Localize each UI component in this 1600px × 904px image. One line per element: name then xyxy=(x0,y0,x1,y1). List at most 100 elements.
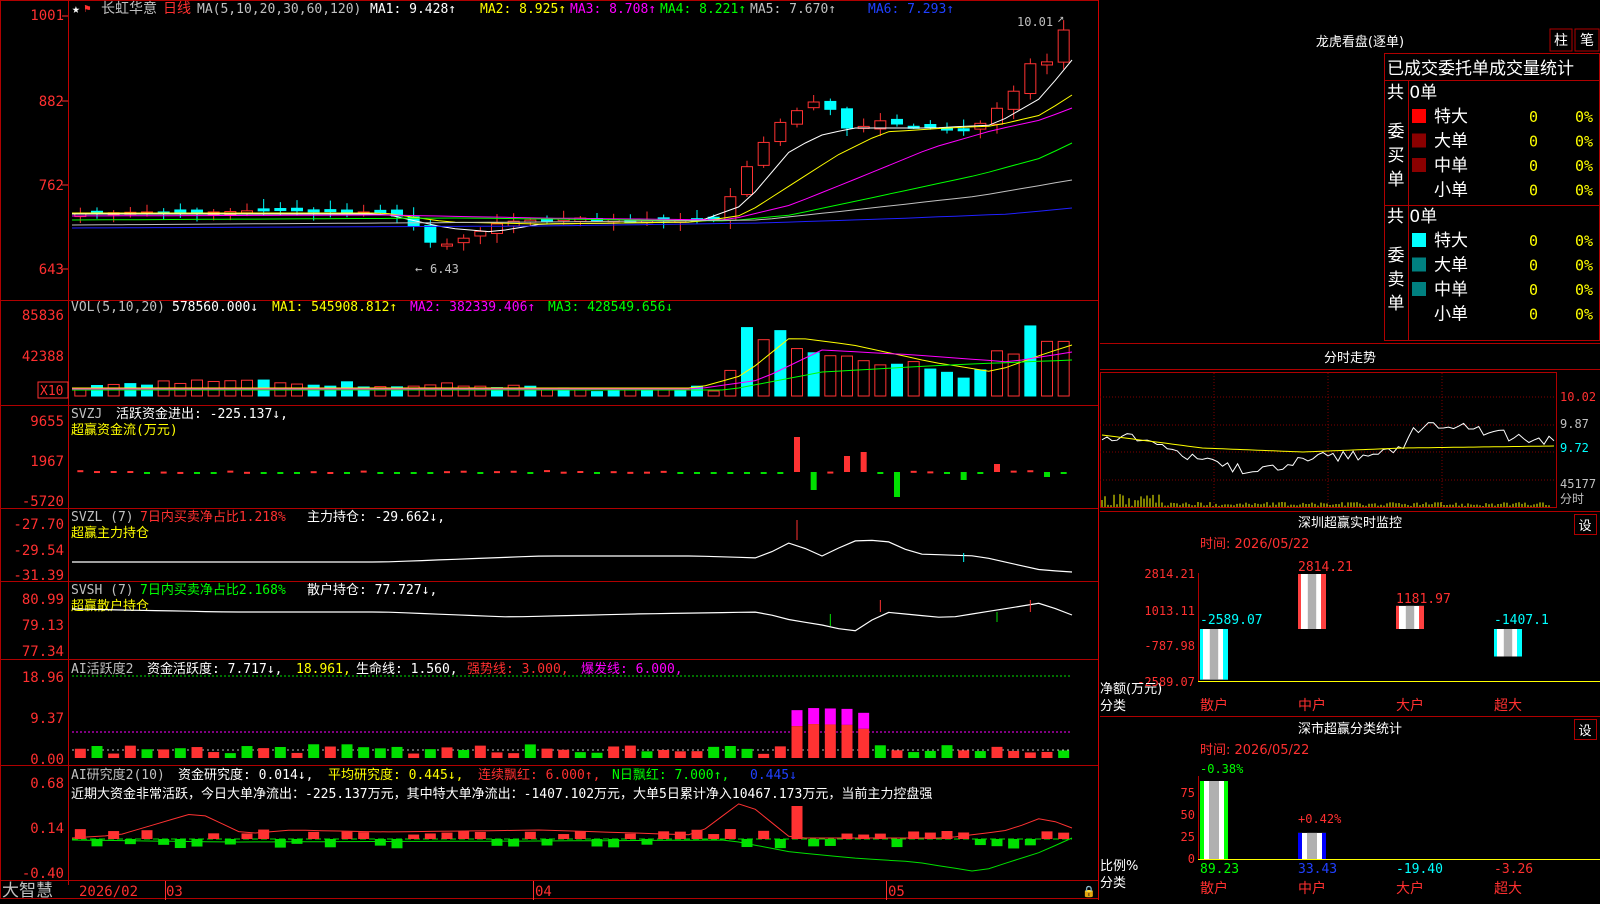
sz-monitor-panel: 深圳超赢实时监控 设 时间: 2026/05/22 2814.21 1013.1… xyxy=(1100,514,1600,714)
stats-bottom-label: 33.43 xyxy=(1298,862,1337,877)
star-icon[interactable]: ★ xyxy=(72,2,80,17)
flow-bar xyxy=(210,472,217,474)
x-axis: 2026/02 03 04 05 xyxy=(79,884,905,900)
monitor-category: 中户 xyxy=(1298,697,1326,714)
flow-bar xyxy=(127,471,134,474)
svg-text:0.00: 0.00 xyxy=(30,752,64,768)
candle xyxy=(291,207,303,212)
flow-bar xyxy=(727,472,734,474)
svzj-y-axis: 9655 1967 -5720 xyxy=(22,414,64,510)
stock-name[interactable]: 长虹华意 xyxy=(101,0,157,17)
activity-bar xyxy=(758,753,770,758)
ma3-value: MA3: 8.708↑ xyxy=(570,2,656,17)
svg-text:18.961,: 18.961, xyxy=(296,662,351,677)
dragon-row-pct: 0% xyxy=(1575,306,1593,324)
candle xyxy=(424,225,437,243)
flow-bar xyxy=(644,471,650,474)
activity-bar xyxy=(91,746,103,758)
flow-bar xyxy=(827,471,834,474)
svsh-line xyxy=(71,600,1073,632)
monitor-bar-edge xyxy=(1396,605,1399,629)
svg-text:7日内买卖净占比2.168%: 7日内买卖净占比2.168% xyxy=(140,582,286,598)
monitor-bar-edge xyxy=(1200,629,1203,680)
stats-bottom-label: -19.40 xyxy=(1396,862,1443,877)
flag-icon[interactable]: ⚑ xyxy=(84,2,91,15)
dragon-color-swatch xyxy=(1412,233,1426,247)
settings-icon[interactable]: 设 xyxy=(1578,724,1591,739)
dragon-total: 共 0单 xyxy=(1387,207,1437,227)
main-chart-area[interactable]: ★ ⚑ 长虹华意 日线 MA(5,10,20,30,60,120) MA1: 9… xyxy=(0,0,1115,901)
activity-bar xyxy=(408,753,420,758)
bar-mode-label[interactable]: 柱 xyxy=(1554,33,1568,49)
flow-bar xyxy=(844,456,850,472)
activity-bar xyxy=(324,746,336,758)
research-bar xyxy=(624,833,636,839)
intraday-y-tick: 45177 xyxy=(1560,477,1596,491)
svg-text:-0.40: -0.40 xyxy=(22,866,64,882)
research-bar xyxy=(458,830,470,839)
activity-bar xyxy=(908,752,920,758)
svsh-panel-header: SVSH (7) 7日内买卖净占比2.168% 散户持仓: 77.727↓, 超… xyxy=(71,582,437,614)
stats-bar-shade xyxy=(1307,832,1317,859)
volume-bar xyxy=(957,377,970,397)
monitor-bar-label: -1407.1 xyxy=(1494,613,1549,628)
activity-bar xyxy=(574,752,586,758)
volume-bar xyxy=(757,339,770,397)
research-bar xyxy=(708,834,720,839)
monitor-bar-label: 2814.21 xyxy=(1298,560,1353,575)
svg-text:80.99: 80.99 xyxy=(22,592,64,608)
dragon-side-label: 委 xyxy=(1388,246,1405,266)
volume-ma-line xyxy=(72,349,1073,390)
flow-bar xyxy=(660,470,667,473)
research-bar xyxy=(374,839,386,846)
settings-icon[interactable]: 设 xyxy=(1578,519,1591,534)
flow-bar xyxy=(310,471,317,474)
dragon-side-label: 单 xyxy=(1388,294,1405,314)
research-bar xyxy=(1041,831,1053,839)
research-bar xyxy=(574,831,586,839)
candle xyxy=(307,209,320,213)
sz-monitor-title: 深圳超赢实时监控 xyxy=(1298,515,1402,531)
volume-bar xyxy=(974,369,987,397)
svg-text:1967: 1967 xyxy=(30,454,64,470)
research-bar xyxy=(558,834,570,839)
stats-top-label: +0.42% xyxy=(1298,812,1342,826)
activity-bar xyxy=(691,751,703,758)
research-bar xyxy=(758,830,770,839)
activity-bar xyxy=(124,745,136,758)
flow-bar xyxy=(1027,470,1034,473)
candle xyxy=(474,230,487,237)
activity-bar xyxy=(141,749,153,758)
svzl-line xyxy=(72,539,1073,573)
stats-bottom-label: 89.23 xyxy=(1200,862,1239,877)
x-tick: 04 xyxy=(535,884,552,900)
activity-bar xyxy=(724,746,736,758)
ma2-value: MA2: 8.925↑ xyxy=(480,2,566,17)
stroke-mode-label[interactable]: 笔 xyxy=(1580,33,1594,49)
y-tick: 1001 xyxy=(30,8,64,24)
flow-bar xyxy=(294,472,300,474)
research-bar xyxy=(408,834,420,839)
volume-bar xyxy=(791,348,803,397)
svzl-y-axis: -27.70 -29.54 -31.39 xyxy=(13,517,64,584)
flow-bar xyxy=(444,471,450,474)
dragon-row-value: 0 xyxy=(1529,182,1538,200)
activity-bar xyxy=(291,752,303,758)
period-label[interactable]: 日线 xyxy=(163,1,191,17)
svg-text:超赢主力持仓: 超赢主力持仓 xyxy=(71,525,149,541)
dragon-color-swatch xyxy=(1412,257,1426,272)
activity-bar xyxy=(608,746,620,758)
volume-bar xyxy=(657,389,670,397)
dragon-row-value: 0 xyxy=(1529,133,1538,151)
dragon-row-name: 中单 xyxy=(1434,280,1468,300)
ai-research-panel-header: AI研究度2(10) 资金研究度: 0.014↓, 平均研究度: 0.445↓,… xyxy=(71,767,932,802)
dragon-panel: 龙虎看盘(逐单) 柱 笔 已成交委托单成交量统计 共 0单委买单特大 0 0%大单 0… xyxy=(1316,28,1600,341)
monitor-bar-label: -2589.07 xyxy=(1200,613,1263,628)
flow-bar xyxy=(394,472,400,474)
svg-text:79.13: 79.13 xyxy=(22,618,64,634)
x-tick: 03 xyxy=(166,884,183,900)
price-y-axis: 1001 882 762 643 xyxy=(30,8,64,278)
lock-icon[interactable]: 🔒 xyxy=(1082,885,1096,898)
candle xyxy=(1007,90,1020,110)
high-arrow-icon: ↗ xyxy=(1057,11,1064,25)
